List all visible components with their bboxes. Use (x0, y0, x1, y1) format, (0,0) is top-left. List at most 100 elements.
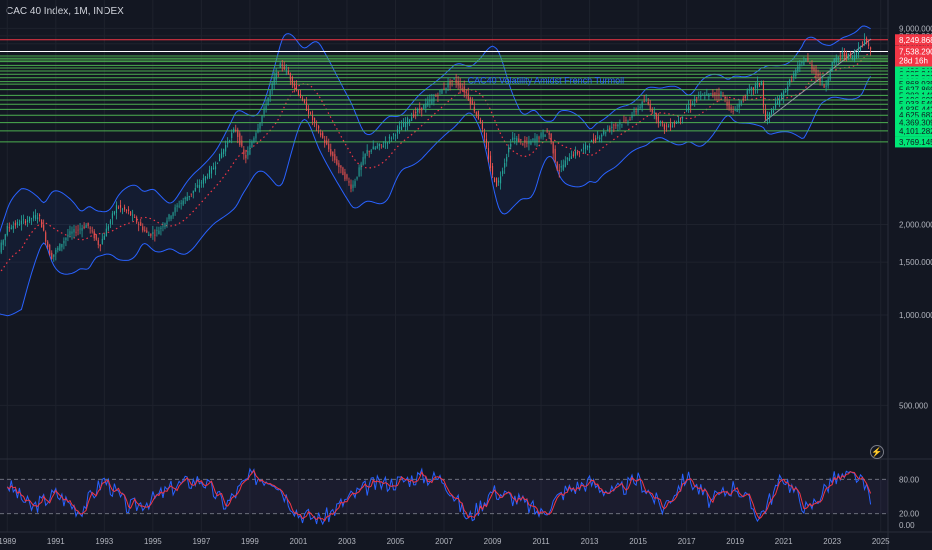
candle-body (301, 98, 304, 100)
candle-body (429, 100, 431, 102)
candle-body (212, 167, 215, 170)
y-tick-label: 1,000.000 (899, 311, 932, 320)
candle-body (352, 184, 354, 188)
candle-body (544, 134, 546, 137)
candle-body (562, 164, 564, 170)
candle-body (633, 110, 635, 113)
rsi-tick-label: 80.00 (899, 475, 920, 484)
lightning-icon[interactable]: ⚡ (870, 445, 884, 459)
candle-body (61, 243, 63, 248)
candle-body (400, 126, 403, 130)
candle-body (162, 226, 164, 228)
candle-body (293, 83, 295, 87)
candle-body (744, 96, 746, 98)
candle-body (6, 225, 8, 235)
candle-body (14, 223, 16, 226)
candle-body (45, 232, 47, 242)
candle-body (95, 234, 97, 240)
candle-body (718, 93, 720, 96)
candle-body (439, 90, 441, 92)
candle-body (530, 140, 532, 145)
candle-body (845, 53, 847, 58)
candle-body (595, 137, 597, 142)
candle-body (271, 83, 273, 91)
candle-body (653, 111, 655, 113)
candle-body (570, 156, 572, 159)
candle-body (485, 138, 488, 148)
candle-body (740, 100, 742, 104)
candle-body (663, 124, 665, 130)
candle-body (176, 205, 178, 207)
candle-body (115, 205, 118, 213)
x-tick-label: 1995 (144, 537, 162, 546)
candle-body (285, 69, 287, 71)
candle-body (227, 142, 229, 144)
candle-body (451, 79, 453, 81)
candle-body (20, 220, 22, 225)
candle-body (825, 85, 827, 87)
candle-body (528, 140, 530, 144)
candle-body (113, 211, 115, 215)
candle-body (126, 209, 128, 211)
candle-body (455, 79, 457, 84)
candle-body (506, 156, 508, 162)
candle-body (710, 93, 712, 94)
candle-body (392, 133, 395, 135)
candle-body (208, 169, 211, 178)
candle-body (39, 214, 41, 217)
rsi-tick-label: 20.00 (899, 510, 920, 519)
candle-body (398, 126, 401, 129)
candle-body (128, 209, 130, 211)
candle-body (866, 38, 868, 42)
candle-body (158, 230, 160, 235)
candle-body (843, 52, 845, 56)
candle-body (489, 155, 492, 168)
bollinger-band-fill (0, 26, 871, 316)
candle-body (453, 78, 455, 80)
candle-body (817, 74, 819, 77)
candle-body (554, 148, 556, 162)
candle-body (160, 227, 162, 230)
x-tick-label: 2009 (484, 537, 502, 546)
candle-body (370, 150, 372, 152)
candle-body (376, 146, 378, 148)
x-tick-label: 2015 (629, 537, 647, 546)
candle-body (43, 224, 45, 231)
candle-body (682, 116, 684, 119)
candle-body (823, 84, 825, 88)
candle-body (809, 63, 811, 65)
candle-body (281, 64, 283, 66)
candle-body (186, 196, 188, 201)
candle-body (142, 226, 144, 231)
candle-body (465, 91, 467, 94)
candle-body (720, 91, 722, 95)
candle-body (477, 111, 479, 119)
candle-body (136, 217, 138, 223)
candle-body (504, 163, 506, 168)
candle-body (380, 144, 382, 146)
candle-body (79, 228, 81, 230)
candle-body (692, 103, 694, 106)
candle-body (348, 181, 350, 183)
candle-body (564, 160, 566, 167)
candle-body (479, 119, 481, 124)
x-tick-label: 1991 (47, 537, 65, 546)
candle-body (540, 133, 542, 138)
candle-body (605, 132, 607, 134)
candle-body (97, 240, 99, 245)
candle-body (803, 62, 805, 66)
candle-body (671, 125, 674, 127)
chart-canvas[interactable]: CAC40 Volatility Amidst French Turmoil9,… (0, 0, 932, 550)
candle-body (310, 112, 312, 114)
candle-body (239, 133, 241, 145)
candle-body (491, 166, 494, 175)
candle-body (677, 121, 680, 122)
candle-body (603, 131, 605, 135)
candle-body (109, 220, 111, 224)
candle-body (307, 108, 310, 115)
candle-body (437, 96, 439, 98)
candle-body (857, 48, 860, 54)
candle-body (75, 231, 77, 233)
candle-body (332, 151, 334, 157)
candle-body (441, 89, 443, 94)
